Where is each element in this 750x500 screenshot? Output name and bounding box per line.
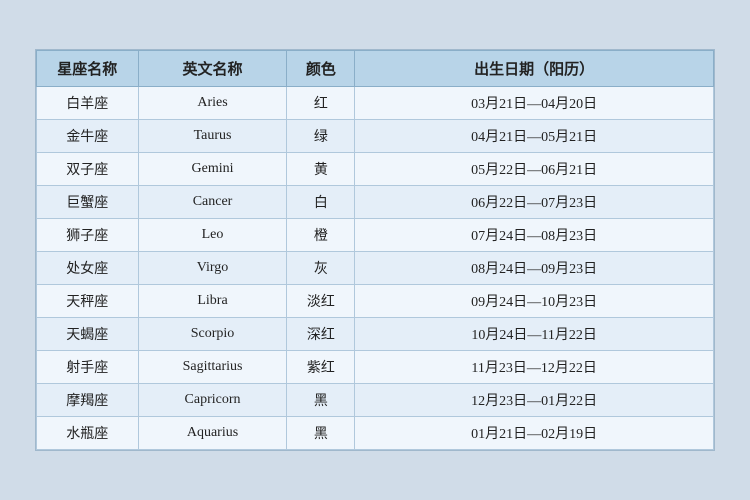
table-row: 摩羯座Capricorn黑12月23日—01月22日 [37, 384, 714, 417]
table-row: 狮子座Leo橙07月24日—08月23日 [37, 219, 714, 252]
cell-zh: 狮子座 [37, 219, 139, 252]
table-row: 双子座Gemini黄05月22日—06月21日 [37, 153, 714, 186]
cell-color: 黑 [287, 417, 355, 450]
cell-zh: 水瓶座 [37, 417, 139, 450]
cell-date: 11月23日—12月22日 [355, 351, 714, 384]
table-row: 天秤座Libra淡红09月24日—10月23日 [37, 285, 714, 318]
cell-date: 07月24日—08月23日 [355, 219, 714, 252]
cell-en: Capricorn [138, 384, 287, 417]
zodiac-table-container: 星座名称 英文名称 颜色 出生日期（阳历） 白羊座Aries红03月21日—04… [35, 49, 715, 451]
header-date: 出生日期（阳历） [355, 51, 714, 87]
table-row: 射手座Sagittarius紫红11月23日—12月22日 [37, 351, 714, 384]
cell-zh: 摩羯座 [37, 384, 139, 417]
table-header-row: 星座名称 英文名称 颜色 出生日期（阳历） [37, 51, 714, 87]
cell-color: 红 [287, 87, 355, 120]
cell-date: 04月21日—05月21日 [355, 120, 714, 153]
header-en: 英文名称 [138, 51, 287, 87]
cell-en: Scorpio [138, 318, 287, 351]
cell-date: 01月21日—02月19日 [355, 417, 714, 450]
cell-en: Sagittarius [138, 351, 287, 384]
table-row: 白羊座Aries红03月21日—04月20日 [37, 87, 714, 120]
table-row: 水瓶座Aquarius黑01月21日—02月19日 [37, 417, 714, 450]
cell-color: 绿 [287, 120, 355, 153]
cell-color: 白 [287, 186, 355, 219]
cell-en: Taurus [138, 120, 287, 153]
cell-color: 灰 [287, 252, 355, 285]
cell-zh: 巨蟹座 [37, 186, 139, 219]
table-row: 巨蟹座Cancer白06月22日—07月23日 [37, 186, 714, 219]
cell-color: 淡红 [287, 285, 355, 318]
table-row: 天蝎座Scorpio深红10月24日—11月22日 [37, 318, 714, 351]
cell-en: Cancer [138, 186, 287, 219]
cell-date: 09月24日—10月23日 [355, 285, 714, 318]
cell-color: 深红 [287, 318, 355, 351]
cell-en: Leo [138, 219, 287, 252]
header-color: 颜色 [287, 51, 355, 87]
cell-zh: 天秤座 [37, 285, 139, 318]
cell-zh: 白羊座 [37, 87, 139, 120]
table-row: 金牛座Taurus绿04月21日—05月21日 [37, 120, 714, 153]
cell-zh: 金牛座 [37, 120, 139, 153]
cell-date: 03月21日—04月20日 [355, 87, 714, 120]
cell-zh: 射手座 [37, 351, 139, 384]
cell-en: Libra [138, 285, 287, 318]
zodiac-table: 星座名称 英文名称 颜色 出生日期（阳历） 白羊座Aries红03月21日—04… [36, 50, 714, 450]
cell-zh: 双子座 [37, 153, 139, 186]
cell-date: 06月22日—07月23日 [355, 186, 714, 219]
cell-zh: 天蝎座 [37, 318, 139, 351]
cell-color: 黑 [287, 384, 355, 417]
table-row: 处女座Virgo灰08月24日—09月23日 [37, 252, 714, 285]
table-body: 白羊座Aries红03月21日—04月20日金牛座Taurus绿04月21日—0… [37, 87, 714, 450]
cell-en: Aquarius [138, 417, 287, 450]
cell-date: 12月23日—01月22日 [355, 384, 714, 417]
cell-date: 10月24日—11月22日 [355, 318, 714, 351]
cell-zh: 处女座 [37, 252, 139, 285]
header-zh: 星座名称 [37, 51, 139, 87]
cell-en: Virgo [138, 252, 287, 285]
cell-date: 05月22日—06月21日 [355, 153, 714, 186]
cell-color: 黄 [287, 153, 355, 186]
cell-color: 紫红 [287, 351, 355, 384]
cell-date: 08月24日—09月23日 [355, 252, 714, 285]
cell-en: Gemini [138, 153, 287, 186]
cell-en: Aries [138, 87, 287, 120]
cell-color: 橙 [287, 219, 355, 252]
